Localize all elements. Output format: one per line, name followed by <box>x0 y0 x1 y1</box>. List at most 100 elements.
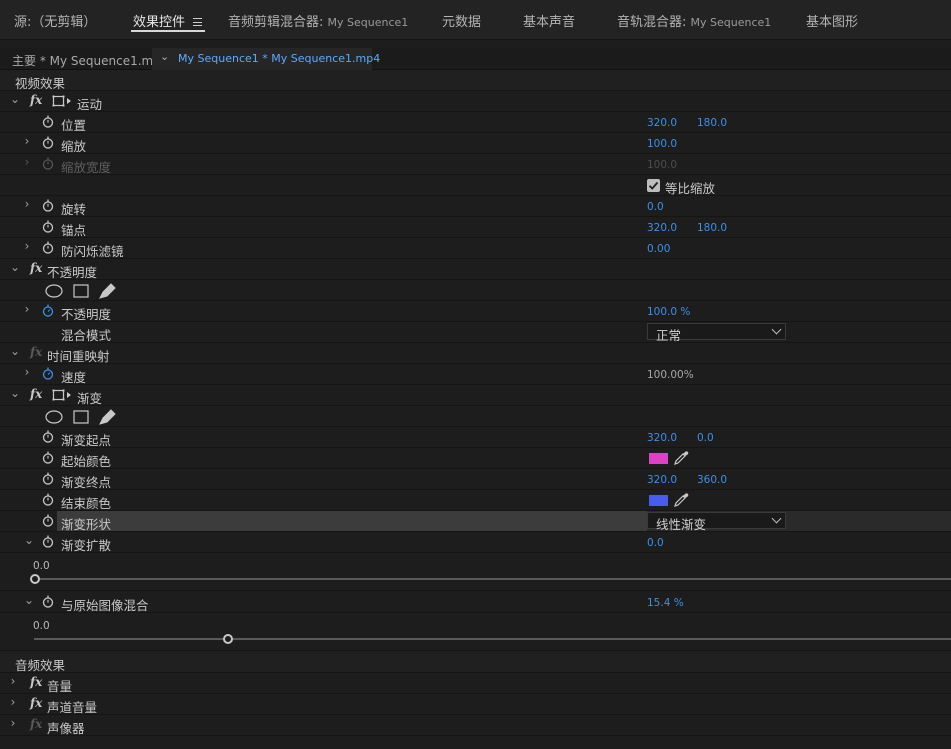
fx-icon[interactable]: fx <box>30 675 42 689</box>
effect-time-remap[interactable]: ⌄ fx 时间重映射 <box>0 343 951 364</box>
scale-value[interactable]: 100.0 <box>647 138 677 150</box>
pen-mask-icon[interactable] <box>99 409 116 425</box>
chevron-right-icon[interactable]: › <box>8 674 18 688</box>
effect-opacity[interactable]: ⌄ fx 不透明度 <box>0 259 951 280</box>
blend-original-slider-area: 0.0 <box>0 613 951 651</box>
stopwatch-icon[interactable] <box>42 115 54 128</box>
tab-source[interactable]: 源:（无剪辑） <box>14 11 96 30</box>
stopwatch-icon[interactable] <box>42 472 54 485</box>
chevron-right-icon[interactable]: › <box>22 302 32 316</box>
fx-icon[interactable]: fx <box>30 387 42 401</box>
chevron-right-icon[interactable]: › <box>8 695 18 709</box>
tab-essential-sound[interactable]: 基本声音 <box>523 11 575 30</box>
anti-flicker-value[interactable]: 0.00 <box>647 243 670 255</box>
tab-audio-clip-mixer[interactable]: 音频剪辑混合器: My Sequence1 <box>228 11 408 30</box>
active-tab-indicator <box>131 30 205 32</box>
tab-metadata[interactable]: 元数据 <box>442 11 481 30</box>
prop-blend-with-original: ⌄ 与原始图像混合 15.4 % <box>0 592 951 613</box>
chevron-down-icon[interactable]: ⌄ <box>24 593 34 607</box>
tab-effect-controls[interactable]: 效果控件 <box>133 11 203 30</box>
stopwatch-icon[interactable] <box>42 220 54 233</box>
stopwatch-active-icon[interactable] <box>42 367 54 380</box>
stopwatch-icon[interactable] <box>42 241 54 254</box>
position-y-value[interactable]: 180.0 <box>697 117 727 129</box>
chevron-down-icon[interactable]: ⌄ <box>10 260 20 274</box>
fx-icon[interactable]: fx <box>30 696 42 710</box>
master-clip-label[interactable]: 主要 * My Sequence1.mp4 <box>12 52 168 69</box>
fx-icon[interactable]: fx <box>30 261 42 275</box>
blend-original-value[interactable]: 15.4 % <box>647 597 684 609</box>
fx-icon[interactable]: fx <box>30 93 42 107</box>
end-point-y-value[interactable]: 360.0 <box>697 474 727 486</box>
pen-mask-icon[interactable] <box>99 283 116 299</box>
rectangle-mask-icon[interactable] <box>73 284 89 298</box>
ramp-scatter-value[interactable]: 0.0 <box>647 537 664 549</box>
blend-original-slider-track[interactable] <box>34 638 951 640</box>
chevron-down-icon[interactable]: ⌄ <box>10 92 20 106</box>
transform-icon[interactable] <box>52 94 72 108</box>
stopwatch-icon[interactable] <box>42 136 54 149</box>
sequence-clip-tab[interactable]: ⌄ My Sequence1 * My Sequence1.mp4 <box>152 48 380 70</box>
rotation-label: 旋转 <box>61 202 87 217</box>
prop-opacity: › 不透明度 100.0 % <box>0 301 951 322</box>
chevron-right-icon[interactable]: › <box>22 197 32 211</box>
chevron-down-icon[interactable]: ⌄ <box>160 50 169 63</box>
chevron-right-icon[interactable]: › <box>22 365 32 379</box>
opacity-value[interactable]: 100.0 % <box>647 306 690 318</box>
stopwatch-icon[interactable] <box>42 451 54 464</box>
panel-menu-icon[interactable] <box>193 18 203 26</box>
start-point-x-value[interactable]: 320.0 <box>647 432 677 444</box>
chevron-down-icon[interactable]: ⌄ <box>24 533 34 547</box>
start-color-swatch[interactable] <box>649 453 668 464</box>
stopwatch-icon <box>42 157 54 170</box>
effect-gradient[interactable]: ⌄ fx 渐变 <box>0 385 951 406</box>
anchor-x-value[interactable]: 320.0 <box>647 222 677 234</box>
stopwatch-icon[interactable] <box>42 493 54 506</box>
effect-motion[interactable]: ⌄ fx 运动 <box>0 91 951 112</box>
video-effects-title: 视频效果 <box>15 76 66 91</box>
chevron-right-icon[interactable]: › <box>8 716 18 730</box>
tab-audio-track-mixer[interactable]: 音轨混合器: My Sequence1 <box>617 11 771 30</box>
blend-original-slider-handle[interactable] <box>222 634 233 644</box>
stopwatch-icon[interactable] <box>42 199 54 212</box>
start-point-y-value[interactable]: 0.0 <box>697 432 714 444</box>
stopwatch-active-icon[interactable] <box>42 304 54 317</box>
fx-icon: fx <box>30 717 43 731</box>
anchor-point-label: 锚点 <box>61 223 87 238</box>
chevron-right-icon[interactable]: › <box>22 134 32 148</box>
effect-panner[interactable]: › fx 声像器 <box>0 715 951 736</box>
chevron-down-icon[interactable]: ⌄ <box>10 386 20 400</box>
blend-original-slider-min: 0.0 <box>33 620 50 632</box>
stopwatch-icon[interactable] <box>42 514 54 527</box>
end-color-swatch[interactable] <box>649 495 668 506</box>
opacity-label: 不透明度 <box>61 307 112 322</box>
ellipse-mask-icon[interactable] <box>45 284 63 298</box>
chevron-right-icon[interactable]: › <box>22 239 32 253</box>
ellipse-mask-icon[interactable] <box>45 410 63 424</box>
ramp-scatter-slider-track[interactable] <box>34 578 951 580</box>
stopwatch-icon[interactable] <box>42 595 54 608</box>
transform-icon[interactable] <box>52 388 72 402</box>
eyedropper-icon[interactable] <box>673 492 689 508</box>
ramp-shape-dropdown[interactable]: 线性渐变 <box>647 512 786 532</box>
uniform-scale-checkbox[interactable] <box>647 179 660 192</box>
chevron-right-icon: › <box>24 155 30 169</box>
rotation-value[interactable]: 0.0 <box>647 201 664 213</box>
anchor-y-value[interactable]: 180.0 <box>697 222 727 234</box>
tab-essential-graphics[interactable]: 基本图形 <box>806 11 858 30</box>
stopwatch-icon[interactable] <box>42 430 54 443</box>
blend-mode-dropdown[interactable]: 正常 <box>647 323 786 343</box>
effect-gradient-label: 渐变 <box>77 391 103 406</box>
position-x-value[interactable]: 320.0 <box>647 117 677 129</box>
stopwatch-icon[interactable] <box>42 535 54 548</box>
end-point-x-value[interactable]: 320.0 <box>647 474 677 486</box>
blend-mode-label: 混合模式 <box>61 328 112 343</box>
ramp-scatter-slider-handle[interactable] <box>30 574 40 584</box>
rectangle-mask-icon[interactable] <box>73 410 89 424</box>
effect-volume[interactable]: › fx 音量 <box>0 673 951 694</box>
prop-scale: › 缩放 100.0 <box>0 133 951 154</box>
chevron-down-icon[interactable]: ⌄ <box>10 344 20 358</box>
gradient-mask-tools <box>0 406 951 427</box>
effect-channel-volume[interactable]: › fx 声道音量 <box>0 694 951 715</box>
eyedropper-icon[interactable] <box>673 450 689 466</box>
